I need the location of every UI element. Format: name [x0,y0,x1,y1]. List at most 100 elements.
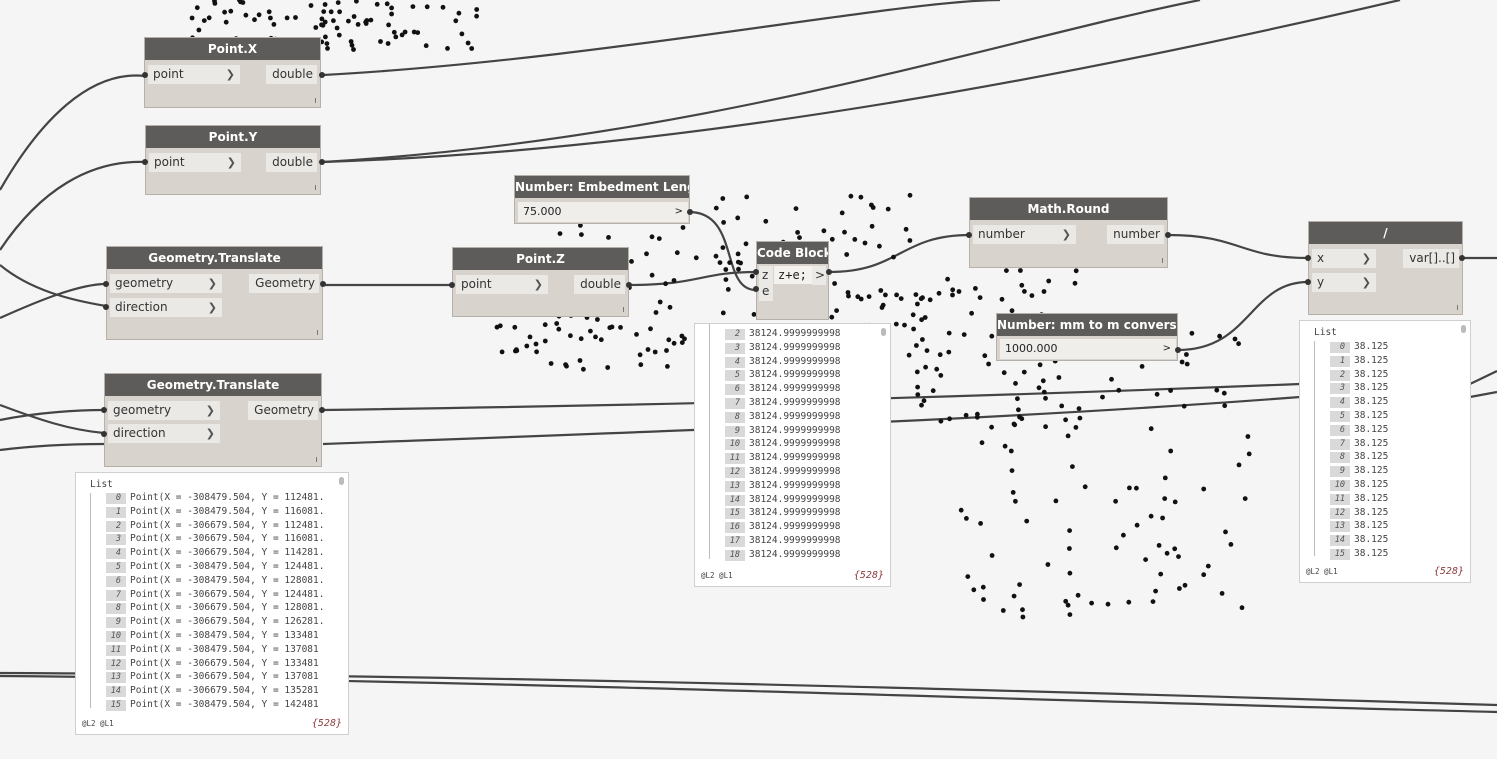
resize-handle[interactable] [317,330,318,335]
preview-point [902,322,907,328]
preview-point [222,9,228,15]
port-connector[interactable] [1305,255,1311,261]
resize-handle[interactable] [315,98,316,103]
output-port-double[interactable]: double [266,153,317,172]
input-port-geometry[interactable]: geometry [108,401,220,420]
preview-point [920,337,925,342]
port-connector[interactable] [319,159,325,165]
port-connector[interactable] [826,269,832,275]
output-port-var[interactable]: var[]..[] [1403,249,1459,268]
preview-point [979,440,985,446]
node-title: Point.X [145,38,320,60]
resize-handle[interactable] [1457,305,1458,310]
preview-point [910,312,916,318]
scrollbar[interactable] [339,477,344,485]
port-connector[interactable] [626,282,632,288]
preview-point [1011,593,1017,599]
node-number-conversion[interactable]: Number: mm to m conversion 1000.000 > [996,313,1178,361]
list-item: 5 Point(X = -308479.504, Y = 124481. [106,560,324,574]
input-port-geometry[interactable]: geometry [110,274,222,293]
port-connector[interactable] [101,431,107,437]
output-port-double[interactable]: double [266,65,317,84]
list-value: Point(X = -308479.504, Y = 116081. [130,505,325,517]
preview-point [963,412,969,418]
input-port-x[interactable]: x [1312,249,1376,268]
port-connector[interactable] [320,281,326,287]
port-connector[interactable] [753,269,759,275]
node-code-block[interactable]: Code Block z e z+e; > [756,241,829,320]
watch-preview-divide[interactable]: List 0 38.125 1 38.125 2 38.125 3 38.125 4 38.125… [1299,320,1471,583]
input-port-point[interactable]: point [148,65,240,84]
output-port-number[interactable]: number [1107,225,1164,244]
preview-point [915,392,921,397]
graph-canvas[interactable]: Point.X point double Point.Y point doubl… [0,0,1497,759]
preview-point [512,324,518,330]
code-editor[interactable]: z+e; [774,266,814,284]
list-value: 38124.9999999998 [749,341,841,353]
port-connector[interactable] [319,72,325,78]
node-math-round[interactable]: Math.Round number number [969,197,1168,268]
preview-point [534,349,539,355]
port-connector[interactable] [142,72,148,78]
input-port-direction[interactable]: direction [108,424,220,443]
resize-handle[interactable] [1162,258,1163,263]
input-port-e[interactable]: e [759,282,773,301]
port-connector[interactable] [103,281,109,287]
node-point-z[interactable]: Point.Z point double [452,247,629,317]
preview-point [903,226,909,232]
resize-handle[interactable] [315,185,316,190]
output-port-geometry[interactable]: Geometry [248,401,318,420]
node-geometry-translate[interactable]: Geometry.Translate geometry direction Ge… [104,373,322,467]
input-port-point[interactable]: point [149,153,241,172]
scrollbar[interactable] [881,328,886,336]
resize-handle[interactable] [316,457,317,462]
input-port-direction[interactable]: direction [110,298,222,317]
preview-point [514,347,519,352]
port-connector[interactable] [1165,232,1171,238]
watch-preview-code-block[interactable]: 2 38124.9999999998 3 38124.9999999998 4 38124… [694,323,891,587]
node-number-embedment[interactable]: Number: Embedment Length 75.000 > [514,175,690,224]
list-item: 8 38124.9999999998 [725,410,841,424]
resize-handle[interactable] [623,307,624,312]
output-port[interactable]: > [812,266,826,285]
list-index: 2 [106,520,126,532]
node-title: Geometry.Translate [105,374,321,396]
preview-point [1067,546,1072,551]
input-port-point[interactable]: point [456,275,548,294]
port-connector[interactable] [1305,279,1311,285]
node-point-y[interactable]: Point.Y point double [145,125,321,195]
list-index: 11 [106,644,126,656]
output-port-geometry[interactable]: Geometry [249,274,319,293]
port-connector[interactable] [753,286,759,292]
watch-preview-translate[interactable]: List 0 Point(X = -308479.504, Y = 112481.… [75,472,349,735]
input-port-y[interactable]: y [1312,273,1376,292]
preview-point [389,5,394,11]
preview-point [720,196,726,201]
port-connector[interactable] [687,209,693,215]
list-item: 12 38124.9999999998 [725,465,841,479]
port-connector[interactable] [966,232,972,238]
scrollbar[interactable] [1461,325,1466,333]
preview-point [832,281,837,286]
input-port-number[interactable]: number [973,225,1076,244]
number-input[interactable]: 1000.000 > [1000,339,1176,359]
output-port-double[interactable]: double [574,275,625,294]
preview-point [946,330,952,336]
preview-point [378,39,383,44]
port-connector[interactable] [319,407,325,413]
preview-point [648,326,653,332]
port-label: direction [115,300,168,314]
port-connector[interactable] [101,407,107,413]
preview-point [848,193,854,199]
port-connector[interactable] [142,159,148,165]
node-point-x[interactable]: Point.X point double [144,37,321,108]
node-geometry-translate[interactable]: Geometry.Translate geometry direction Ge… [106,246,323,340]
port-connector[interactable] [1459,255,1465,261]
preview-point [1228,542,1234,547]
node-divide[interactable]: / x y var[]..[] [1308,221,1463,315]
port-connector[interactable] [449,282,455,288]
number-input[interactable]: 75.000 > [518,202,688,222]
port-connector[interactable] [103,304,109,310]
preview-point [321,9,327,15]
port-connector[interactable] [1175,347,1181,353]
